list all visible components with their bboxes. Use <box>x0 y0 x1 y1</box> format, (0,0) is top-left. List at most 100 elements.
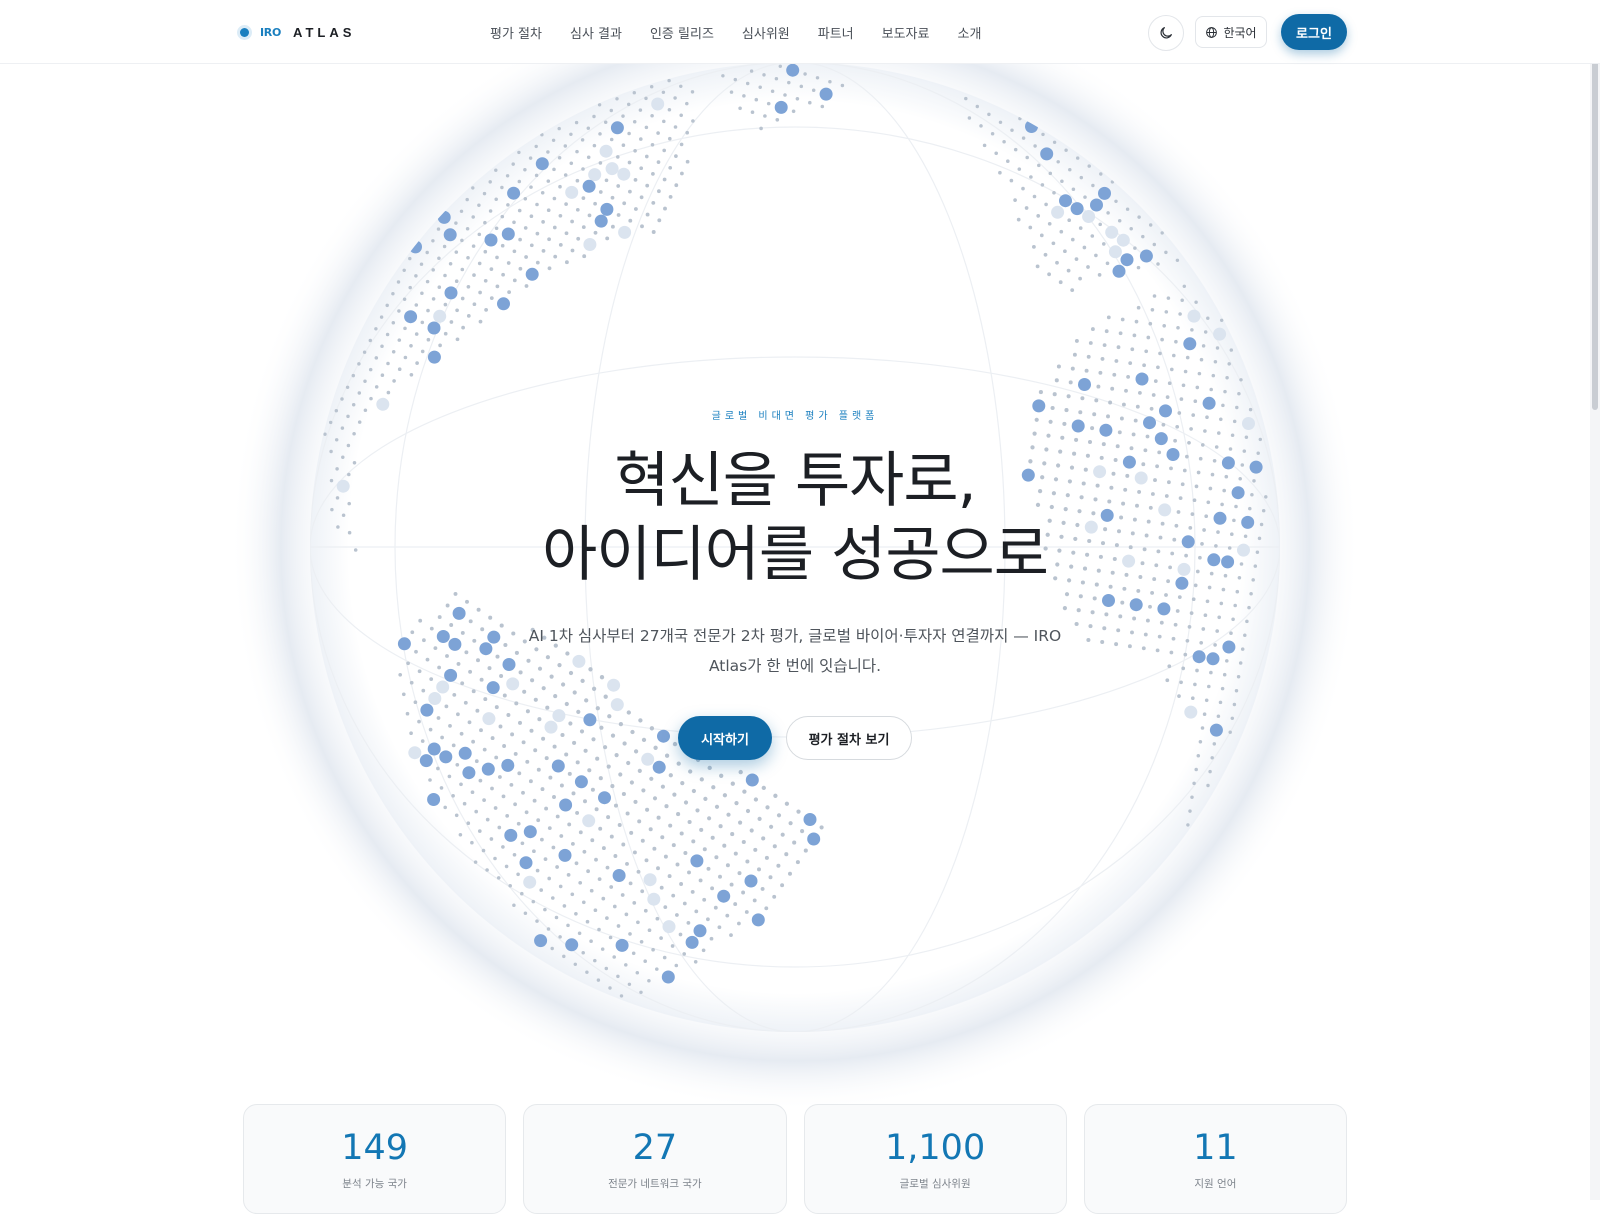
globe-dot <box>636 869 641 874</box>
globe-dot <box>629 780 634 785</box>
nav-item-about[interactable]: 소개 <box>957 23 981 42</box>
globe-dot <box>1129 226 1133 231</box>
globe-dot <box>454 813 459 818</box>
globe-dot <box>1167 664 1172 669</box>
globe-dot <box>742 789 747 794</box>
globe-dot <box>462 801 467 806</box>
globe-dot <box>591 686 597 691</box>
globe-dot <box>1133 246 1137 250</box>
globe-dot <box>487 666 492 671</box>
logo[interactable]: IRO ATLAS <box>240 22 355 42</box>
globe-dot <box>1144 349 1149 354</box>
globe-dot <box>1222 672 1227 677</box>
globe-dot <box>1016 217 1021 222</box>
globe-dot <box>599 144 613 158</box>
globe-dot <box>1100 640 1105 644</box>
stat-card: 1,100 글로벌 심사위원 <box>803 1104 1067 1214</box>
globe-dot <box>1029 175 1033 179</box>
view-process-button[interactable]: 평가 절차 보기 <box>786 716 912 760</box>
globe-dot <box>783 93 787 97</box>
globe-dot <box>631 951 636 956</box>
globe-dot <box>1082 210 1096 223</box>
globe-dot <box>741 839 746 845</box>
globe-dot <box>558 243 563 247</box>
globe-dot <box>1116 233 1130 247</box>
globe-dot <box>569 132 573 137</box>
globe-dot <box>334 438 339 442</box>
globe-dot <box>1071 187 1076 191</box>
globe-dot <box>540 191 545 195</box>
globe-dot <box>1132 333 1137 338</box>
globe-dot <box>1136 305 1141 310</box>
nav-item-judges[interactable]: 심사위원 <box>742 23 790 42</box>
globe-dot <box>1035 264 1040 269</box>
globe-dot <box>1118 331 1123 336</box>
globe-dot <box>982 143 987 148</box>
globe-dot <box>1002 139 1006 144</box>
globe-dot <box>448 637 462 651</box>
globe-dot <box>643 873 657 887</box>
globe-dot <box>581 225 586 229</box>
globe-dot <box>471 215 475 219</box>
globe-dot <box>1158 351 1162 356</box>
globe-dot <box>784 852 789 857</box>
globe-dot <box>1090 198 1103 212</box>
globe-dot <box>687 870 691 875</box>
globe-dot <box>586 869 590 874</box>
globe-dot <box>757 816 762 821</box>
globe-dot <box>656 815 661 820</box>
globe-dot <box>615 938 629 952</box>
globe-dot <box>994 151 998 156</box>
globe-dot <box>640 889 645 894</box>
globe-dot <box>730 832 735 837</box>
get-started-button[interactable]: 시작하기 <box>678 716 772 760</box>
login-button[interactable]: 로그인 <box>1281 14 1347 50</box>
nav-item-partners[interactable]: 파트너 <box>818 23 854 42</box>
globe-dot <box>1088 341 1093 345</box>
globe-dot <box>656 160 661 164</box>
globe-dot <box>1215 629 1219 633</box>
globe-dot <box>1194 767 1198 772</box>
globe-dot <box>598 132 602 136</box>
globe-dot <box>707 816 712 821</box>
globe-dot <box>641 788 646 793</box>
globe-dot <box>529 243 534 248</box>
globe-dot <box>1227 362 1231 366</box>
globe-dot <box>1195 668 1199 673</box>
globe-dot <box>499 674 504 678</box>
globe-dot <box>1185 638 1190 643</box>
globe-dot <box>1189 611 1194 615</box>
globe-dot <box>610 195 615 200</box>
globe-dot <box>595 706 600 711</box>
globe-dot <box>612 904 617 909</box>
globe-dot <box>1183 337 1197 351</box>
globe-dot <box>1164 593 1168 597</box>
scrollbar-thumb[interactable] <box>1592 4 1598 410</box>
page-scrollbar[interactable] <box>1590 0 1600 1200</box>
nav-item-press[interactable]: 보도자료 <box>882 23 930 42</box>
nav-item-evaluation-process[interactable]: 평가 절차 <box>490 23 542 42</box>
globe-dot <box>662 119 666 124</box>
hero-cta-group: 시작하기 평가 절차 보기 <box>0 716 1590 760</box>
globe-dot <box>495 284 500 289</box>
globe-dot <box>1102 242 1106 246</box>
globe-dot <box>617 823 622 827</box>
globe-dot <box>473 860 478 864</box>
language-button[interactable]: 한국어 <box>1195 16 1267 48</box>
globe-dot <box>437 256 441 260</box>
globe-dot <box>452 692 457 697</box>
nav-item-certification-release[interactable]: 인증 릴리즈 <box>650 23 714 42</box>
globe-dot <box>1009 178 1014 183</box>
globe-dot <box>1036 214 1041 218</box>
theme-toggle-button[interactable] <box>1148 15 1184 51</box>
nav-item-review-results[interactable]: 심사 결과 <box>570 23 622 42</box>
globe-dot <box>706 866 711 871</box>
globe-dot <box>583 799 587 804</box>
globe-dot <box>683 800 689 805</box>
globe-dot <box>489 837 494 841</box>
globe-dot <box>1203 429 1207 433</box>
globe-dot <box>1164 310 1169 314</box>
globe-dot <box>466 821 471 826</box>
globe-dot <box>512 220 516 225</box>
logo-iro-text: IRO <box>260 25 282 39</box>
